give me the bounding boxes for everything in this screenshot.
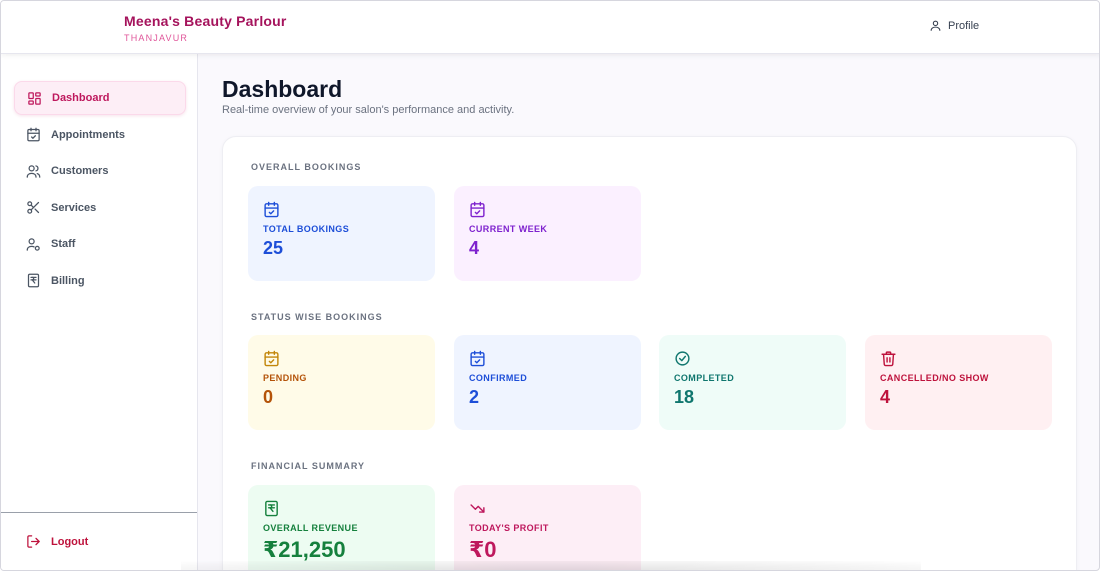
calendar-icon (27, 127, 40, 142)
card-value: 4 (469, 238, 480, 258)
card-value: 25 (263, 238, 284, 258)
card-value: ₹21,250 (263, 537, 346, 562)
sidebar-item-dashboard[interactable]: Dashboard (14, 81, 186, 115)
sidebar-item-label: Appointments (51, 128, 125, 141)
card-value: ₹0 (469, 537, 497, 562)
card-completed[interactable]: COMPLETED 18 (659, 335, 846, 430)
card-label: COMPLETED (674, 373, 735, 383)
page-title: Dashboard (222, 76, 343, 102)
users-icon (26, 164, 41, 178)
logout-label: Logout (51, 535, 89, 548)
logout-icon (27, 535, 40, 548)
calendar-check-icon (264, 201, 279, 218)
card-value: 4 (880, 387, 891, 407)
sidebar-divider (1, 512, 197, 513)
sidebar: Dashboard Appointments Customers Service… (1, 54, 198, 570)
scissors-icon (27, 201, 40, 215)
card-cancelled[interactable]: CANCELLED/NO SHOW 4 (865, 335, 1052, 430)
card-confirmed[interactable]: CONFIRMED 2 (454, 335, 641, 430)
calendar-check-icon (470, 201, 485, 218)
card-value: 18 (674, 387, 695, 407)
section-label-financial: FINANCIAL SUMMARY (251, 461, 365, 471)
brand-name: Meena's Beauty Parlour (124, 13, 287, 29)
card-value: 0 (263, 387, 274, 407)
app-window: Meena's Beauty Parlour THANJAVUR Profile… (0, 0, 1100, 571)
profile-label: Profile (948, 19, 980, 32)
check-circle-icon (675, 351, 690, 366)
calendar-check-icon (470, 350, 485, 367)
card-label: CONFIRMED (469, 373, 528, 383)
card-total-bookings[interactable]: TOTAL BOOKINGS 25 (248, 186, 435, 281)
sidebar-item-staff[interactable]: Staff (14, 227, 186, 261)
card-label: CANCELLED/NO SHOW (880, 373, 989, 383)
card-label: TODAY'S PROFIT (469, 523, 549, 533)
sidebar-item-appointments[interactable]: Appointments (14, 118, 186, 152)
sidebar-item-customers[interactable]: Customers (14, 154, 186, 188)
card-value: 2 (469, 387, 480, 407)
stats-panel: OVERALL BOOKINGS TOTAL BOOKINGS 25 CURRE… (222, 136, 1077, 570)
card-todays-profit[interactable]: TODAY'S PROFIT ₹0 (454, 485, 641, 570)
sidebar-item-label: Dashboard (52, 92, 110, 104)
section-label-overall: OVERALL BOOKINGS (251, 162, 362, 172)
sidebar-nav: Dashboard Appointments Customers Service… (14, 81, 186, 301)
card-label: TOTAL BOOKINGS (263, 224, 350, 234)
sidebar-item-label: Staff (51, 238, 76, 251)
main-content: Dashboard Real-time overview of your sal… (198, 54, 1099, 570)
page-subtitle: Real-time overview of your salon's perfo… (222, 104, 515, 116)
trending-down-icon (470, 504, 485, 513)
card-current-week[interactable]: CURRENT WEEK 4 (454, 186, 641, 281)
card-pending[interactable]: PENDING 0 (248, 335, 435, 430)
scroll-shadow (181, 561, 921, 570)
receipt-icon (27, 274, 40, 288)
section-label-status: STATUS WISE BOOKINGS (251, 312, 383, 322)
top-header: Meena's Beauty Parlour THANJAVUR Profile (1, 1, 1099, 54)
card-label: OVERALL REVENUE (263, 523, 358, 533)
card-overall-revenue[interactable]: OVERALL REVENUE ₹21,250 (248, 485, 435, 570)
user-icon (930, 20, 941, 31)
logout-button[interactable]: Logout (26, 534, 88, 549)
sidebar-item-services[interactable]: Services (14, 191, 186, 225)
card-label: PENDING (263, 373, 307, 383)
dashboard-icon (28, 91, 41, 105)
sidebar-item-billing[interactable]: Billing (14, 264, 186, 298)
sidebar-item-label: Customers (51, 165, 109, 178)
card-label: CURRENT WEEK (469, 224, 548, 234)
brand: Meena's Beauty Parlour THANJAVUR (124, 13, 287, 43)
sidebar-item-label: Services (51, 201, 97, 214)
trash-icon (881, 351, 896, 367)
profile-button[interactable]: Profile (929, 19, 979, 32)
rupee-receipt-icon (265, 500, 278, 517)
calendar-check-icon (264, 350, 279, 367)
brand-city: THANJAVUR (124, 33, 189, 43)
sidebar-item-label: Billing (51, 274, 85, 287)
staff-icon (26, 238, 40, 251)
